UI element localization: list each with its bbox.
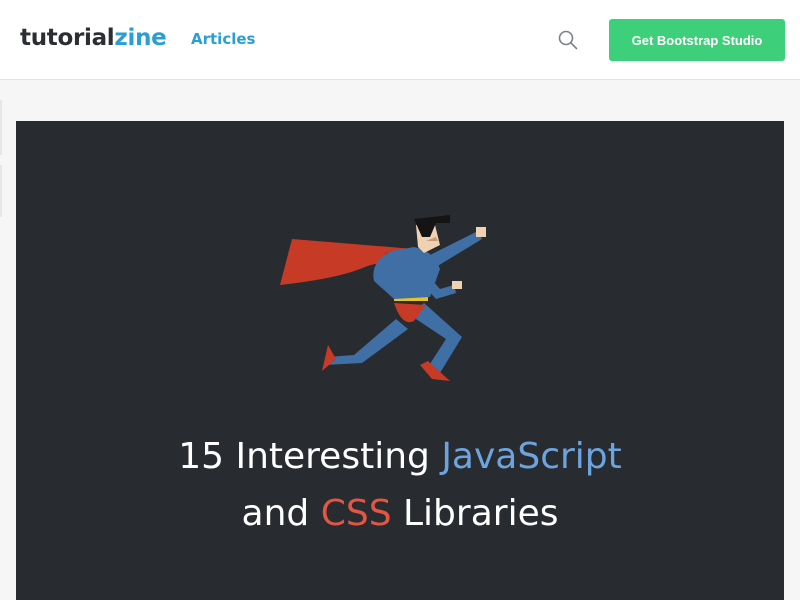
logo-text-zine: zine (114, 25, 167, 51)
site-logo[interactable]: tutorialzine (20, 22, 167, 54)
nav-articles-link[interactable]: Articles (191, 29, 255, 49)
title-text: Libraries (391, 493, 559, 534)
side-tab[interactable] (0, 165, 2, 217)
title-line-2: and CSS Libraries (242, 493, 559, 534)
superhero-illustration (280, 215, 486, 381)
title-highlight-javascript: JavaScript (441, 436, 622, 477)
title-text: and (241, 493, 321, 534)
title-text: 15 Interesting (178, 436, 442, 477)
logo-text-tutorial: tutorial (20, 25, 115, 51)
title-highlight-css: CSS (320, 493, 392, 534)
article-title[interactable]: 15 Interesting JavaScript and CSS Librar… (16, 428, 784, 542)
title-line-1: 15 Interesting JavaScript (178, 436, 622, 477)
article-hero[interactable]: 15 Interesting JavaScript and CSS Librar… (16, 121, 784, 600)
search-icon[interactable] (557, 29, 579, 51)
top-navbar: tutorialzine Articles Get Bootstrap Stud… (0, 0, 800, 80)
get-bootstrap-studio-button[interactable]: Get Bootstrap Studio (609, 19, 785, 61)
side-tab[interactable] (0, 100, 2, 155)
